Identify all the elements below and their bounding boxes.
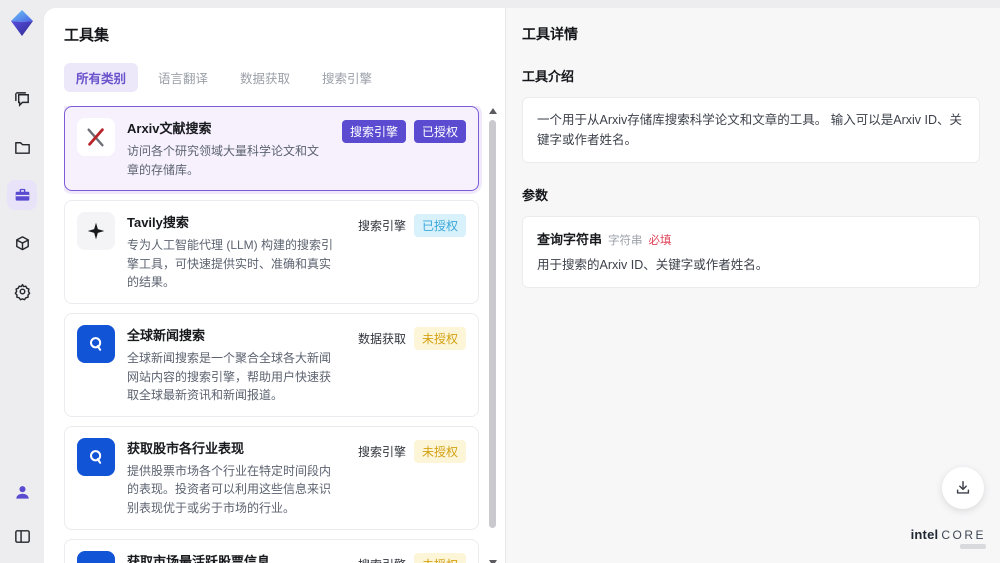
page-title: 工具集: [64, 27, 110, 44]
tab-all-categories[interactable]: 所有类别: [64, 63, 139, 92]
tool-card-tavily[interactable]: Tavily搜索 专为人工智能代理 (LLM) 构建的搜索引擎工具，可快速提供实…: [64, 200, 479, 304]
tool-name: Tavily搜索: [127, 215, 189, 231]
param-type: 字符串: [608, 235, 643, 247]
tool-description: 访问各个研究领域大量科学论文和文章的存储库。: [127, 144, 320, 177]
brand-accent-bar: [960, 544, 986, 549]
download-button[interactable]: [942, 467, 984, 509]
param-description: 用于搜索的Arxiv ID、关键字或作者姓名。: [537, 258, 769, 272]
tool-card-active-stocks[interactable]: 获取市场最活跃股票信息 提供当天交易量最高的股票列表，投资者可以利用这些信息来识…: [64, 538, 479, 563]
list-scrollbar[interactable]: [489, 106, 497, 563]
tab-search-engine[interactable]: 搜索引擎: [310, 63, 384, 92]
param-required-flag: 必填: [648, 235, 672, 247]
arxiv-logo-icon: [77, 118, 115, 156]
tavily-star-icon: [77, 212, 115, 251]
tab-language-translation[interactable]: 语言翻译: [146, 63, 220, 92]
app-logo-icon: [7, 8, 37, 38]
toolset-panel: 工具集 所有类别 语言翻译 数据获取 搜索引擎 Arxiv文献搜索 访问各个研究…: [44, 8, 505, 563]
toolbox-nav-icon[interactable]: [7, 180, 37, 210]
tool-card-global-news[interactable]: 全球新闻搜索 全球新闻搜索是一个聚合全球各大新闻网站内容的搜索引擎，帮助用户快速…: [64, 312, 479, 417]
tool-card-stock-sectors[interactable]: 获取股市各行业表现 提供股票市场各个行业在特定时间段内的表现。投资者可以利用这些…: [64, 425, 479, 530]
user-account-icon[interactable]: [7, 477, 37, 507]
status-badge-authorized: 已授权: [413, 120, 466, 143]
category-tabs: 所有类别 语言翻译 数据获取 搜索引擎: [64, 63, 505, 92]
status-badge-unauthorized: 未授权: [413, 552, 466, 563]
scroll-up-arrow-icon[interactable]: [489, 108, 497, 114]
intel-wordmark: intel: [910, 527, 939, 542]
tool-description: 专为人工智能代理 (LLM) 构建的搜索引擎工具，可快速提供实时、准确和真实的结…: [127, 238, 334, 290]
app-sidebar: [0, 0, 44, 563]
package-nav-icon[interactable]: [7, 228, 37, 258]
tool-description: 全球新闻搜索是一个聚合全球各大新闻网站内容的搜索引擎，帮助用户快速获取全球最新资…: [127, 350, 332, 403]
tool-description: 提供股票市场各个行业在特定时间段内的表现。投资者可以利用这些信息来识别表现优于或…: [127, 463, 332, 515]
intro-box: 一个用于从Arxiv存储库搜索科学论文和文章的工具。 输入可以是Arxiv ID…: [522, 97, 980, 163]
tool-name: Arxiv文献搜索: [127, 121, 212, 136]
tool-name: 全球新闻搜索: [127, 327, 206, 343]
status-badge-unauthorized: 未授权: [413, 326, 466, 350]
params-heading: 参数: [522, 188, 549, 203]
intel-core-logo: intel core: [911, 528, 986, 549]
category-badge: 搜索引擎: [341, 120, 406, 143]
tool-card-arxiv[interactable]: Arxiv文献搜索 访问各个研究领域大量科学论文和文章的存储库。 搜索引擎 已授…: [64, 106, 479, 192]
download-icon: [956, 480, 970, 494]
tool-name: 获取股市各行业表现: [127, 440, 245, 456]
tab-data-fetch[interactable]: 数据获取: [228, 63, 302, 92]
status-badge-authorized: 已授权: [413, 214, 466, 238]
detail-title: 工具详情: [522, 26, 578, 42]
category-label: 搜索引擎: [358, 553, 406, 563]
collapse-panel-icon[interactable]: [7, 521, 37, 551]
tool-name: 获取市场最活跃股票信息: [127, 553, 271, 563]
settings-gear-icon[interactable]: [7, 276, 37, 306]
category-label: 搜索引擎: [357, 219, 406, 234]
chat-nav-icon[interactable]: [7, 84, 37, 114]
intro-text: 一个用于从Arxiv存储库搜索科学论文和文章的工具。 输入可以是Arxiv ID…: [537, 113, 963, 147]
status-badge-unauthorized: 未授权: [413, 439, 466, 463]
category-label: 数据获取: [357, 331, 406, 346]
tool-detail-panel: 工具详情 工具介绍 一个用于从Arxiv存储库搜索科学论文和文章的工具。 输入可…: [505, 8, 1000, 563]
news-search-logo-icon: [77, 324, 115, 363]
tool-list: Arxiv文献搜索 访问各个研究领域大量科学论文和文章的存储库。 搜索引擎 已授…: [64, 106, 505, 563]
intro-heading: 工具介绍: [522, 69, 575, 84]
param-name: 查询字符串: [537, 232, 603, 247]
scrollbar-thumb[interactable]: [489, 120, 496, 528]
param-box: 查询字符串 字符串 必填 用于搜索的Arxiv ID、关键字或作者姓名。: [522, 216, 980, 288]
folder-nav-icon[interactable]: [7, 132, 37, 162]
news-search-logo-icon: [77, 550, 115, 563]
core-wordmark: core: [941, 528, 986, 542]
category-label: 搜索引擎: [357, 444, 406, 459]
news-search-logo-icon: [77, 437, 115, 476]
